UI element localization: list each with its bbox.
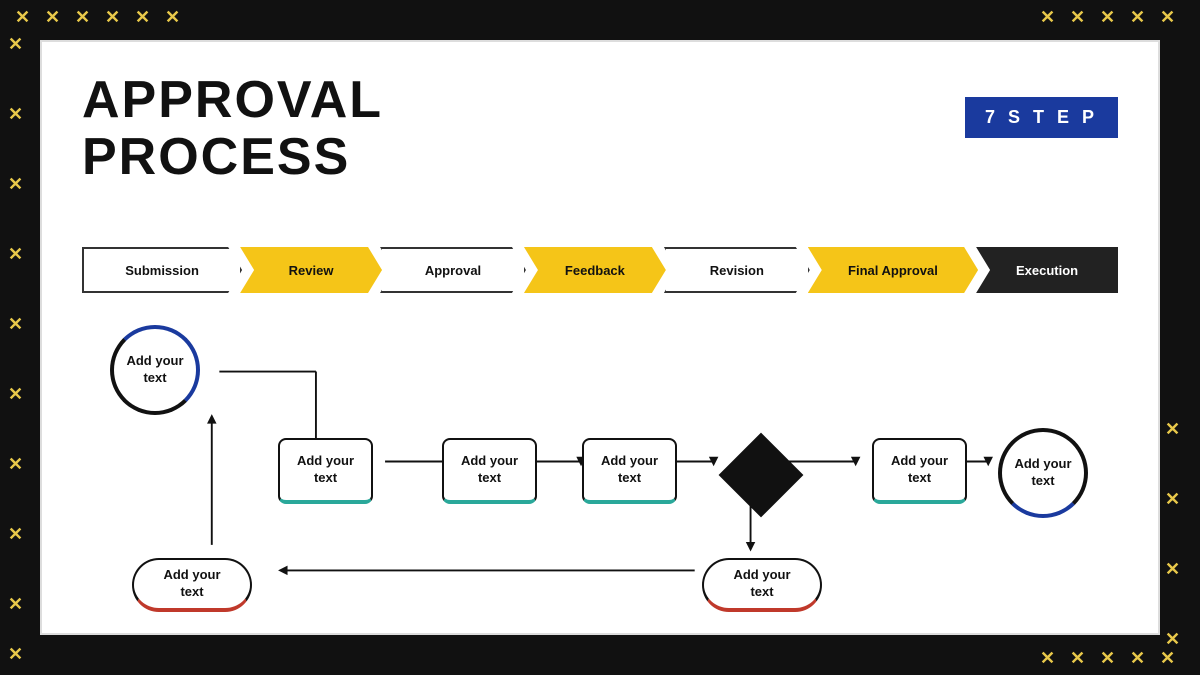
deco-x-r2: ✕ <box>1165 490 1180 508</box>
step-review: Review <box>240 247 382 293</box>
deco-x-r4: ✕ <box>1165 630 1180 648</box>
title-line1: APPROVAL <box>82 72 383 129</box>
step-final-approval: Final Approval <box>808 247 978 293</box>
oval2-label: Add yourtext <box>733 567 790 601</box>
step-final-approval-label: Final Approval <box>848 263 938 278</box>
deco-x-b5: ✕ <box>1160 649 1175 667</box>
deco-x-3: ✕ <box>75 8 90 26</box>
deco-x-l3: ✕ <box>8 175 23 193</box>
deco-x-l2: ✕ <box>8 105 23 123</box>
deco-x-l8: ✕ <box>8 525 23 543</box>
rect2-label: Add yourtext <box>461 453 518 487</box>
shape-diamond-wrapper <box>721 435 801 515</box>
step-execution-label: Execution <box>1016 263 1078 278</box>
deco-x-4: ✕ <box>105 8 120 26</box>
circle1-label: Add yourtext <box>126 353 183 387</box>
deco-x-l6: ✕ <box>8 385 23 403</box>
step-revision: Revision <box>664 247 810 293</box>
deco-x-t4: ✕ <box>1130 8 1145 26</box>
shape-diamond <box>719 433 804 518</box>
step-feedback: Feedback <box>524 247 666 293</box>
step-execution: Execution <box>976 247 1118 293</box>
deco-x-1: ✕ <box>15 8 30 26</box>
shape-rect1: Add yourtext <box>278 438 373 504</box>
step-feedback-label: Feedback <box>565 263 625 278</box>
deco-x-l4: ✕ <box>8 245 23 263</box>
deco-x-l7: ✕ <box>8 455 23 473</box>
deco-x-t5: ✕ <box>1160 8 1175 26</box>
shape-rect4: Add yourtext <box>872 438 967 504</box>
rect4-label: Add yourtext <box>891 453 948 487</box>
shape-rect3: Add yourtext <box>582 438 677 504</box>
step-approval: Approval <box>380 247 526 293</box>
shape-circle1: Add yourtext <box>110 325 200 415</box>
steps-bar: Submission Review Approval Feedback Revi… <box>82 247 1118 293</box>
deco-x-r1: ✕ <box>1165 420 1180 438</box>
deco-x-l10: ✕ <box>8 645 23 663</box>
step-submission-label: Submission <box>125 263 199 278</box>
deco-x-l1: ✕ <box>8 35 23 53</box>
rect3-label: Add yourtext <box>601 453 658 487</box>
rect1-label: Add yourtext <box>297 453 354 487</box>
shape-oval1: Add yourtext <box>132 558 252 612</box>
deco-x-r3: ✕ <box>1165 560 1180 578</box>
deco-x-b2: ✕ <box>1070 649 1085 667</box>
deco-x-2: ✕ <box>45 8 60 26</box>
deco-x-b4: ✕ <box>1130 649 1145 667</box>
slide: APPROVAL PROCESS 7 S T E P Submission Re… <box>40 40 1160 635</box>
title-line2: PROCESS <box>82 129 383 186</box>
title-block: APPROVAL PROCESS <box>82 72 383 186</box>
deco-x-t3: ✕ <box>1100 8 1115 26</box>
step-review-label: Review <box>289 263 334 278</box>
deco-x-t1: ✕ <box>1040 8 1055 26</box>
deco-x-l9: ✕ <box>8 595 23 613</box>
step-submission: Submission <box>82 247 242 293</box>
deco-x-l5: ✕ <box>8 315 23 333</box>
step-revision-label: Revision <box>710 263 764 278</box>
flowchart: Add yourtext Add yourtext Add yourtext A… <box>82 310 1118 613</box>
deco-x-6: ✕ <box>165 8 180 26</box>
deco-x-b3: ✕ <box>1100 649 1115 667</box>
oval1-label: Add yourtext <box>163 567 220 601</box>
shape-rect2: Add yourtext <box>442 438 537 504</box>
circle2-label: Add yourtext <box>1014 456 1071 490</box>
shape-oval2: Add yourtext <box>702 558 822 612</box>
deco-x-t2: ✕ <box>1070 8 1085 26</box>
step-approval-label: Approval <box>425 263 481 278</box>
shape-circle2: Add yourtext <box>998 428 1088 518</box>
deco-x-b1: ✕ <box>1040 649 1055 667</box>
deco-x-5: ✕ <box>135 8 150 26</box>
step-badge: 7 S T E P <box>965 97 1118 138</box>
